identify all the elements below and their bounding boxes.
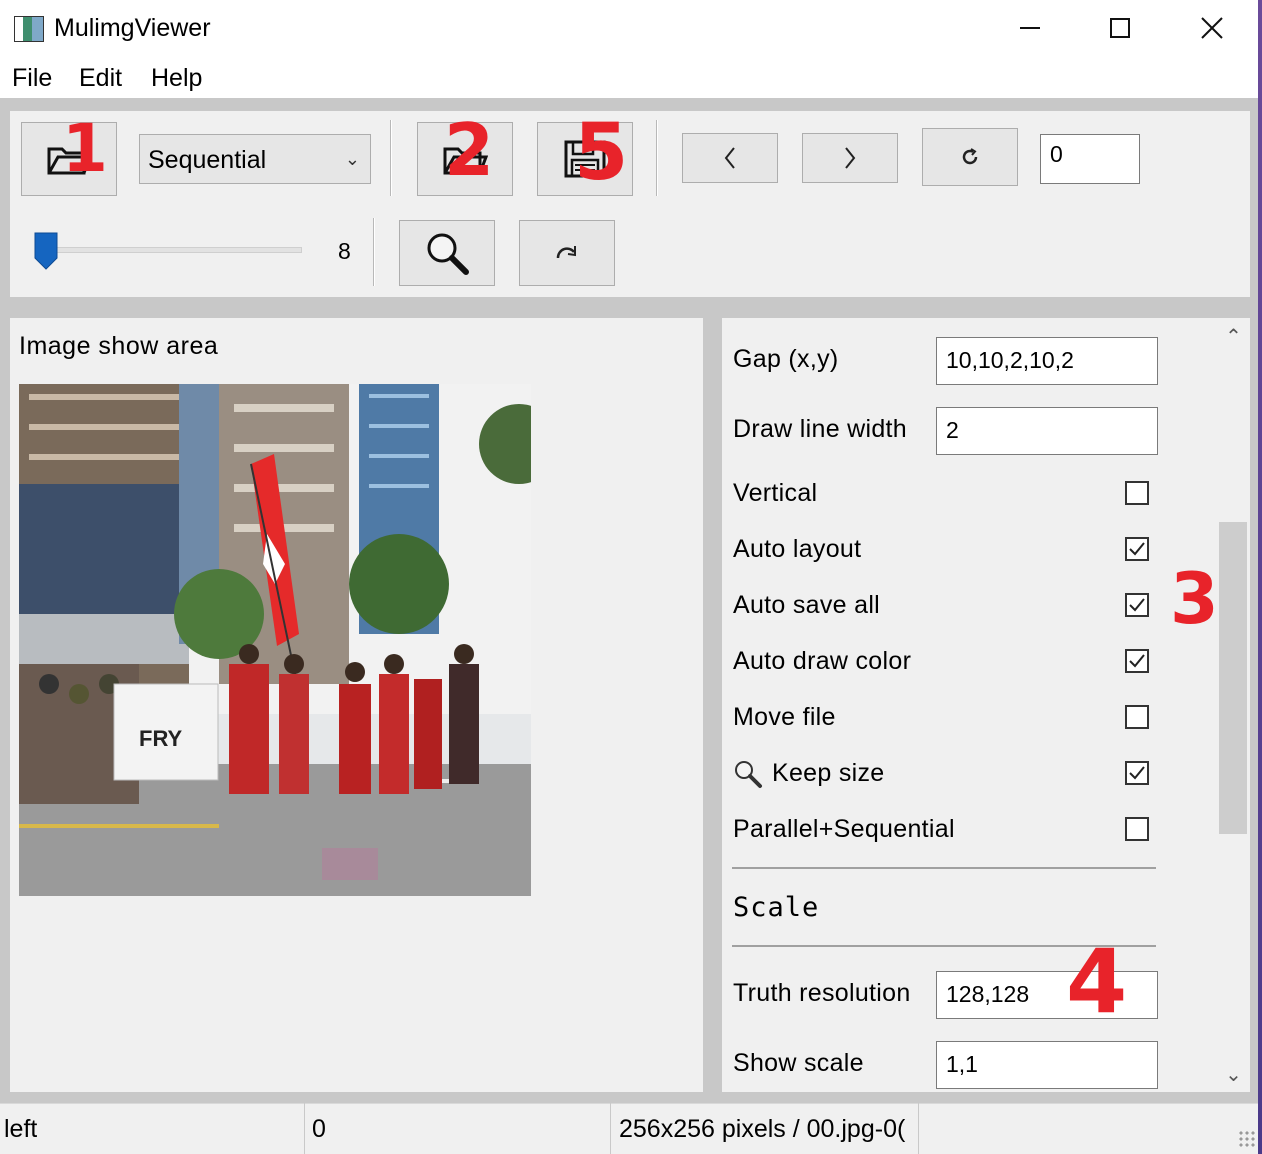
window-title: MulimgViewer [54,14,211,42]
auto-draw-color-label: Auto draw color [733,647,912,675]
chevron-down-icon: ⌄ [344,149,360,169]
magnifier-icon [427,233,469,275]
magnify-button[interactable] [399,220,495,286]
line-width-input[interactable]: 2 [936,407,1158,455]
annotation-1: 1 [62,110,108,187]
status-separator [918,1103,919,1154]
auto-layout-checkbox[interactable] [1125,537,1149,561]
mode-select[interactable]: Sequential ⌄ [139,134,371,184]
keep-size-checkbox[interactable] [1125,761,1149,785]
checkmark-icon [1129,654,1145,668]
gap-input[interactable]: 10,10,2,10,2 [936,337,1158,385]
scrollbar-thumb[interactable] [1219,522,1247,834]
checkmark-icon [1129,542,1145,556]
gap-label: Gap (x,y) [733,345,839,373]
refresh-button[interactable] [922,128,1018,186]
keep-size-label: Keep size [772,759,885,787]
divider [732,867,1156,869]
settings-scrollbar[interactable]: ⌃ ⌄ [1217,318,1250,1092]
move-file-label: Move file [733,703,836,731]
menu-edit[interactable]: Edit [79,64,122,93]
scale-header: Scale [733,892,820,923]
toolbar-separator [373,218,375,286]
show-scale-input[interactable]: 1,1 [936,1041,1158,1089]
show-scale-label: Show scale [733,1049,864,1077]
line-width-label: Draw line width [733,415,908,443]
vertical-checkbox[interactable] [1125,481,1149,505]
annotation-2: 2 [444,108,495,192]
app-icon [14,16,44,42]
truth-resolution-label: Truth resolution [733,979,911,1007]
close-button[interactable] [1172,8,1252,48]
status-separator [610,1103,611,1154]
menu-help[interactable]: Help [151,64,202,93]
next-button[interactable] [802,133,898,183]
annotation-5: 5 [574,108,629,198]
status-left: left [4,1115,38,1143]
refresh-icon [962,148,978,165]
toolbar-separator [390,120,392,196]
menu-bar: File Edit Help [0,58,1262,98]
status-middle: 0 [312,1115,326,1143]
checkmark-icon [1129,598,1145,612]
parade-photo[interactable]: FRY [19,384,531,896]
maximize-icon [1110,18,1130,38]
redo-icon [556,246,576,259]
annotation-3: 3 [1170,558,1219,640]
index-input[interactable]: 0 [1040,134,1140,184]
mode-select-value: Sequential [148,146,267,174]
left-arrow-icon [724,147,735,169]
title-bar: MulimgViewer [0,0,1262,58]
chevron-up-icon[interactable]: ⌃ [1217,324,1250,349]
right-arrow-icon [845,147,856,169]
magnifier-icon [735,761,762,788]
slider-value: 8 [338,238,351,264]
vertical-label: Vertical [733,479,818,507]
resize-grip[interactable] [1238,1130,1256,1148]
slider-track[interactable] [46,247,302,253]
maximize-button[interactable] [1080,8,1160,48]
checkmark-icon [1129,766,1145,780]
auto-save-all-checkbox[interactable] [1125,593,1149,617]
rotate-button[interactable] [519,220,615,286]
status-separator [304,1103,305,1154]
chevron-down-icon[interactable]: ⌄ [1217,1062,1250,1087]
image-area-label: Image show area [19,332,219,360]
auto-save-all-label: Auto save all [733,591,881,619]
move-file-checkbox[interactable] [1125,705,1149,729]
window-edge [1258,0,1262,1154]
annotation-4: 4 [1066,930,1128,1033]
auto-draw-color-checkbox[interactable] [1125,649,1149,673]
toolbar-separator [656,120,658,196]
parallel-sequential-checkbox[interactable] [1125,817,1149,841]
close-icon [1201,17,1223,39]
parallel-sequential-label: Parallel+Sequential [733,815,955,843]
previous-button[interactable] [682,133,778,183]
auto-layout-label: Auto layout [733,535,862,563]
menu-file[interactable]: File [12,64,52,93]
banner-text: FRY [139,726,183,751]
status-right: 256x256 pixels / 00.jpg-0( [619,1115,906,1143]
minimize-icon [1020,27,1040,29]
slider-handle[interactable] [34,232,58,270]
minimize-button[interactable] [990,8,1070,48]
